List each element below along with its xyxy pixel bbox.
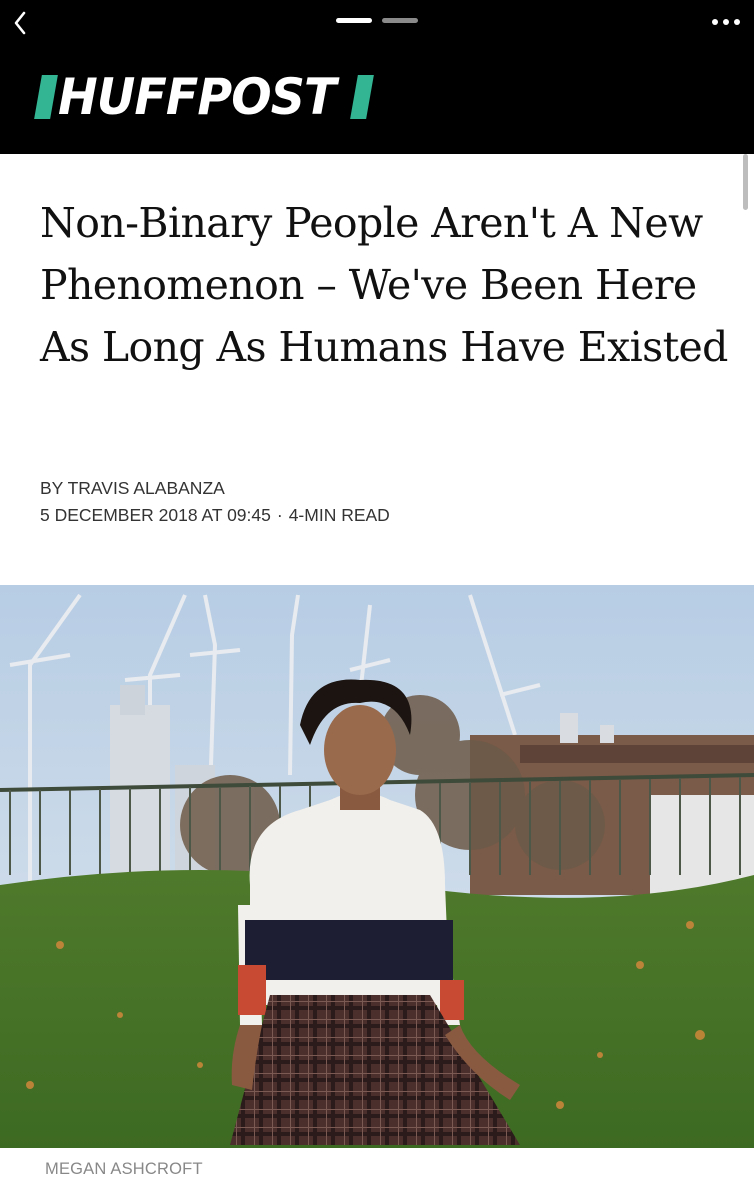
back-button[interactable]: [6, 6, 34, 40]
hero-photo-illustration: [0, 585, 754, 1148]
page-dot-active: [336, 18, 372, 23]
more-options-button[interactable]: [706, 8, 746, 36]
chevron-left-icon: [14, 11, 26, 35]
read-time: 4-MIN READ: [288, 505, 390, 525]
article-hero-image[interactable]: [0, 585, 754, 1148]
logo-wordmark: HUFFPOST: [58, 68, 336, 126]
logo-accent-left: [34, 75, 58, 119]
page-dot: [382, 18, 418, 23]
more-dots-icon: [712, 19, 740, 25]
article-headline: Non-Binary People Aren't A New Phenomeno…: [40, 199, 728, 371]
page-indicator: [336, 18, 418, 23]
huffpost-logo[interactable]: HUFFPOST: [34, 68, 374, 126]
article-meta: 5 DECEMBER 2018 AT 09:45 · 4-MIN READ: [40, 505, 390, 526]
scrollbar[interactable]: [743, 154, 748, 210]
publish-date: 5 DECEMBER 2018 AT 09:45: [40, 505, 271, 525]
app-header: HUFFPOST: [0, 0, 754, 154]
article-byline[interactable]: BY TRAVIS ALABANZA: [40, 478, 225, 499]
logo-accent-right: [350, 75, 374, 119]
meta-separator: ·: [276, 505, 283, 525]
photo-credit: MEGAN ASHCROFT: [45, 1160, 203, 1178]
